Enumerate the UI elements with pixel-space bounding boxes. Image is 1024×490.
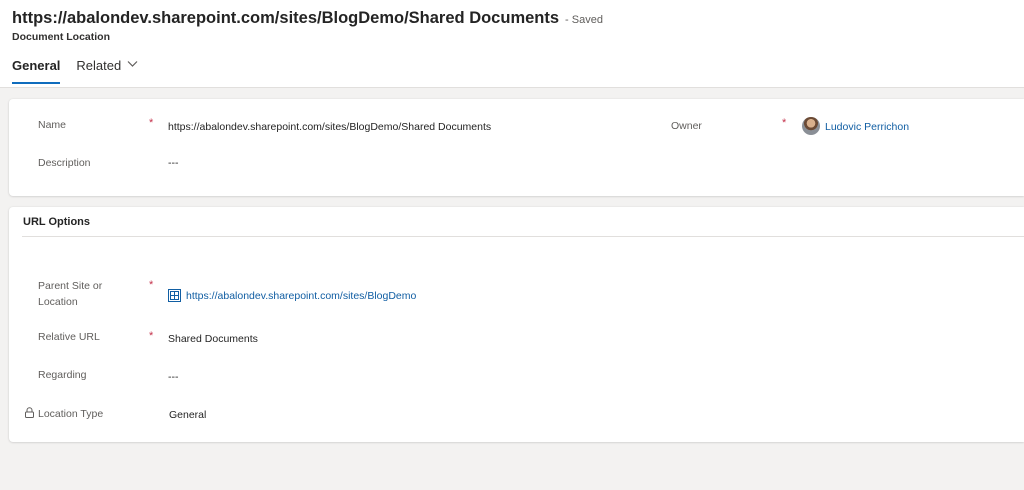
parent-site-link[interactable]: https://abalondev.sharepoint.com/sites/B… [186,288,416,304]
lock-icon [25,407,34,418]
description-field[interactable]: --- [168,155,179,171]
parent-site-label-line2: Location [38,296,78,308]
description-label: Description [38,157,91,169]
url-options-card: URL Options Parent Site or Location * ht… [9,207,1024,442]
url-options-title: URL Options [23,216,91,228]
title-row: https://abalondev.sharepoint.com/sites/B… [12,9,603,28]
page-title: https://abalondev.sharepoint.com/sites/B… [12,9,560,27]
owner-label: Owner [671,120,702,132]
tab-general[interactable]: General [12,57,61,85]
name-label: Name [38,119,67,131]
tab-general-label: General [12,58,61,73]
regarding-label: Regarding [38,369,87,381]
owner-avatar [802,117,820,135]
tab-related-label: Related [76,58,122,73]
sharepoint-site-icon [168,289,181,302]
general-section-card: Name * https://abalondev.sharepoint.com/… [9,99,1024,196]
section-divider [22,236,1024,237]
name-required-marker: * [149,117,154,129]
relative-url-field[interactable]: Shared Documents [168,331,258,347]
owner-link[interactable]: Ludovic Perrichon [825,119,909,135]
location-type-label: Location Type [38,408,104,420]
chevron-down-icon [127,61,138,67]
tab-list: General Related [12,57,154,85]
regarding-field[interactable]: --- [168,369,179,385]
parent-site-required-marker: * [149,279,154,291]
parent-site-label-line1: Parent Site or [38,280,103,292]
tab-related[interactable]: Related [76,57,138,85]
entity-name: Document Location [12,31,111,43]
relative-url-required-marker: * [149,330,154,342]
relative-url-label: Relative URL [38,331,100,343]
name-field[interactable]: https://abalondev.sharepoint.com/sites/B… [168,119,491,135]
location-type-value: General [169,409,207,421]
form-header: https://abalondev.sharepoint.com/sites/B… [0,0,1024,88]
owner-required-marker: * [782,117,787,129]
save-status: - Saved [565,14,603,26]
